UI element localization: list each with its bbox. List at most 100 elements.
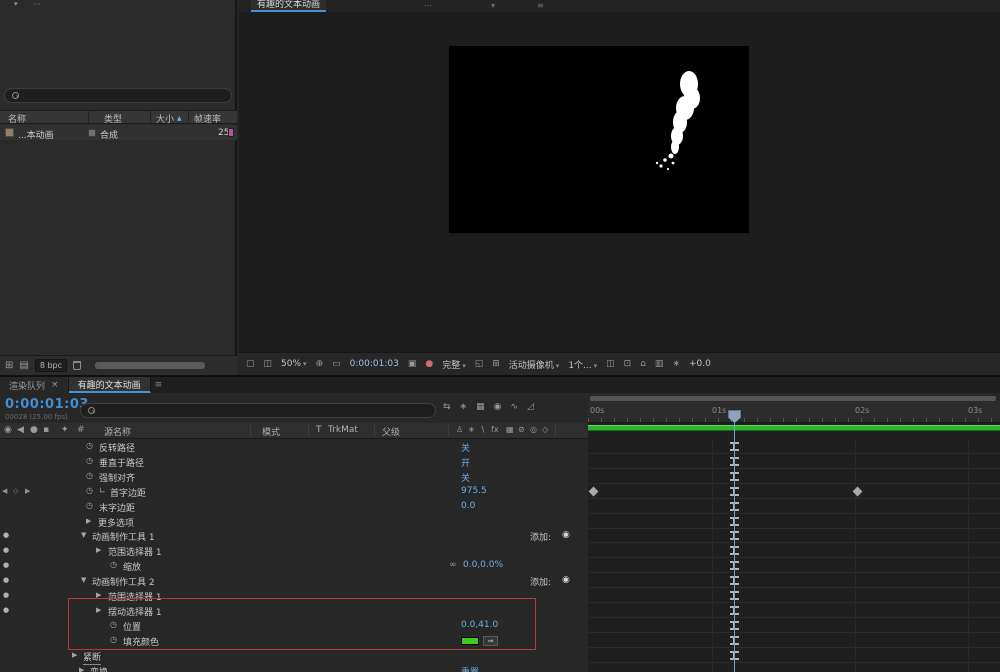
row-animator-1[interactable]: ● ▼ 动画制作工具 1 添加: ◉ — [0, 528, 588, 543]
new-folder-icon[interactable] — [19, 360, 28, 371]
column-source-name[interactable]: 源名称 — [104, 425, 131, 438]
panel-dropdown-icon[interactable] — [491, 1, 495, 10]
stopwatch-icon[interactable]: ◷ — [86, 441, 93, 450]
mini-flowchart-icon[interactable] — [443, 402, 451, 412]
panel-menu-icon[interactable] — [155, 380, 163, 390]
track-row[interactable] — [588, 543, 1000, 558]
stopwatch-icon[interactable]: ◷ — [110, 560, 117, 569]
keyframe-diamond[interactable] — [589, 486, 599, 496]
time-ruler[interactable]: 00s 01s 02s 03s — [588, 401, 1000, 423]
twirl-closed-icon[interactable]: ▶ — [72, 651, 77, 659]
fast-previews-icon[interactable] — [640, 359, 646, 369]
stopwatch-icon[interactable]: ◷ — [86, 501, 93, 510]
row-more-options[interactable]: ▶ 更多选项 — [0, 514, 588, 529]
property-value[interactable]: 975.5 — [461, 486, 487, 496]
stopwatch-icon[interactable]: ◷ — [86, 486, 93, 495]
property-value[interactable]: 关 — [461, 471, 470, 484]
show-snapshot-icon[interactable] — [425, 359, 433, 369]
eye-icon[interactable]: ● — [3, 546, 9, 554]
column-name[interactable]: 名称 — [8, 112, 26, 125]
property-value[interactable]: 0.0,0.0% — [463, 560, 503, 570]
row-first-margin[interactable]: ◀ ◇ ▶ ◷ ∟ 首字边距 975.5 — [0, 484, 588, 499]
track-row[interactable] — [588, 469, 1000, 484]
view-layout-select[interactable]: 1个...▾ — [568, 358, 597, 371]
zoom-select[interactable]: 50%▾ — [281, 359, 307, 369]
timeline-button-icon[interactable] — [655, 359, 664, 369]
eye-icon[interactable]: ● — [3, 531, 9, 539]
track-row[interactable] — [588, 528, 1000, 543]
shy-layers-icon[interactable] — [476, 402, 485, 412]
interpret-footage-icon[interactable] — [5, 360, 13, 371]
frame-blend-icon[interactable] — [494, 402, 502, 412]
previous-keyframe-icon[interactable]: ◀ — [2, 487, 7, 495]
track-row[interactable] — [588, 618, 1000, 633]
twirl-closed-icon[interactable]: ▶ — [96, 546, 101, 554]
column-framerate[interactable]: 帧速率 — [194, 112, 221, 125]
current-timecode[interactable]: 0:00:01:03 — [5, 397, 89, 412]
track-row[interactable] — [588, 648, 1000, 663]
track-row[interactable] — [588, 663, 1000, 672]
column-parent[interactable]: 父级 — [382, 425, 400, 438]
camera-select[interactable]: 活动摄像机▾ — [509, 358, 560, 371]
panel-menu-icon[interactable] — [537, 1, 544, 10]
tab-overflow-icon[interactable] — [424, 1, 432, 10]
twirl-closed-icon[interactable]: ▶ — [86, 517, 91, 525]
panel-more-icon[interactable] — [34, 0, 41, 8]
twirl-open-icon[interactable]: ▼ — [81, 576, 86, 584]
track-row[interactable] — [588, 573, 1000, 588]
track-row[interactable] — [588, 558, 1000, 573]
transparency-grid-icon[interactable] — [492, 359, 500, 369]
next-keyframe-icon[interactable]: ▶ — [25, 487, 30, 495]
stopwatch-icon[interactable]: ◷ — [86, 456, 93, 465]
reset-link[interactable]: 重置 — [461, 665, 479, 672]
track-area[interactable] — [588, 439, 1000, 672]
resolution-select[interactable]: 完整▾ — [442, 358, 466, 371]
track-row[interactable] — [588, 588, 1000, 603]
row-force-alignment[interactable]: ◷ 强制对齐 关 — [0, 469, 588, 484]
row-last-margin[interactable]: ◷ 末字边距 0.0 — [0, 499, 588, 514]
add-button-icon[interactable]: ◉ — [562, 530, 570, 540]
motion-blur-icon[interactable] — [510, 402, 518, 412]
property-value[interactable]: 0.0 — [461, 501, 475, 511]
row-range-selector-1[interactable]: ● ▶ 范围选择器 1 — [0, 543, 588, 558]
project-search-input[interactable] — [4, 88, 232, 103]
track-row[interactable] — [588, 603, 1000, 618]
graph-include-icon[interactable]: ∟ — [99, 486, 106, 495]
graph-editor-icon[interactable] — [527, 402, 534, 412]
column-size[interactable]: 大小 — [156, 112, 174, 125]
link-icon[interactable]: ∞ — [449, 560, 457, 570]
secondary-monitor-icon[interactable] — [264, 359, 273, 369]
close-icon[interactable]: × — [51, 380, 59, 390]
row-animator-2[interactable]: ● ▼ 动画制作工具 2 添加: ◉ — [0, 573, 588, 588]
row-reverse-path[interactable]: ◷ 反转路径 关 — [0, 439, 588, 454]
eye-icon[interactable]: ● — [3, 576, 9, 584]
eye-icon[interactable]: ● — [3, 591, 9, 599]
add-button-icon[interactable]: ◉ — [562, 575, 570, 585]
timeline-search-input[interactable] — [80, 403, 436, 418]
target-region-icon[interactable] — [475, 359, 484, 369]
keyframe-diamond[interactable] — [853, 486, 863, 496]
delete-icon[interactable] — [73, 361, 81, 370]
work-area-bar[interactable] — [588, 425, 1000, 431]
column-type[interactable]: 类型 — [104, 112, 122, 125]
track-row[interactable] — [588, 499, 1000, 514]
flowchart-icon[interactable] — [672, 359, 680, 369]
region-of-interest-icon[interactable] — [332, 359, 341, 369]
grid-guides-icon[interactable] — [316, 359, 324, 369]
track-row-first-margin[interactable] — [588, 484, 1000, 499]
share-view-icon[interactable] — [606, 359, 615, 369]
row-transform[interactable]: ▶ 变换 重置 — [0, 663, 588, 672]
track-row[interactable] — [588, 454, 1000, 469]
preview-monitor-icon[interactable] — [246, 359, 255, 369]
snapshot-icon[interactable] — [408, 359, 417, 369]
column-mode[interactable]: 模式 — [262, 425, 280, 438]
pixel-aspect-icon[interactable] — [624, 359, 632, 369]
twirl-open-icon[interactable]: ▼ — [81, 531, 86, 539]
tab-composition[interactable]: 有趣的文本动画 — [69, 377, 151, 393]
track-row[interactable] — [588, 439, 1000, 454]
twirl-closed-icon[interactable]: ▶ — [79, 666, 84, 672]
eye-icon[interactable]: ● — [3, 561, 9, 569]
track-row[interactable] — [588, 633, 1000, 648]
tab-render-queue[interactable]: 渲染队列 × — [0, 377, 69, 393]
bit-depth-button[interactable]: 8 bpc — [35, 359, 67, 372]
